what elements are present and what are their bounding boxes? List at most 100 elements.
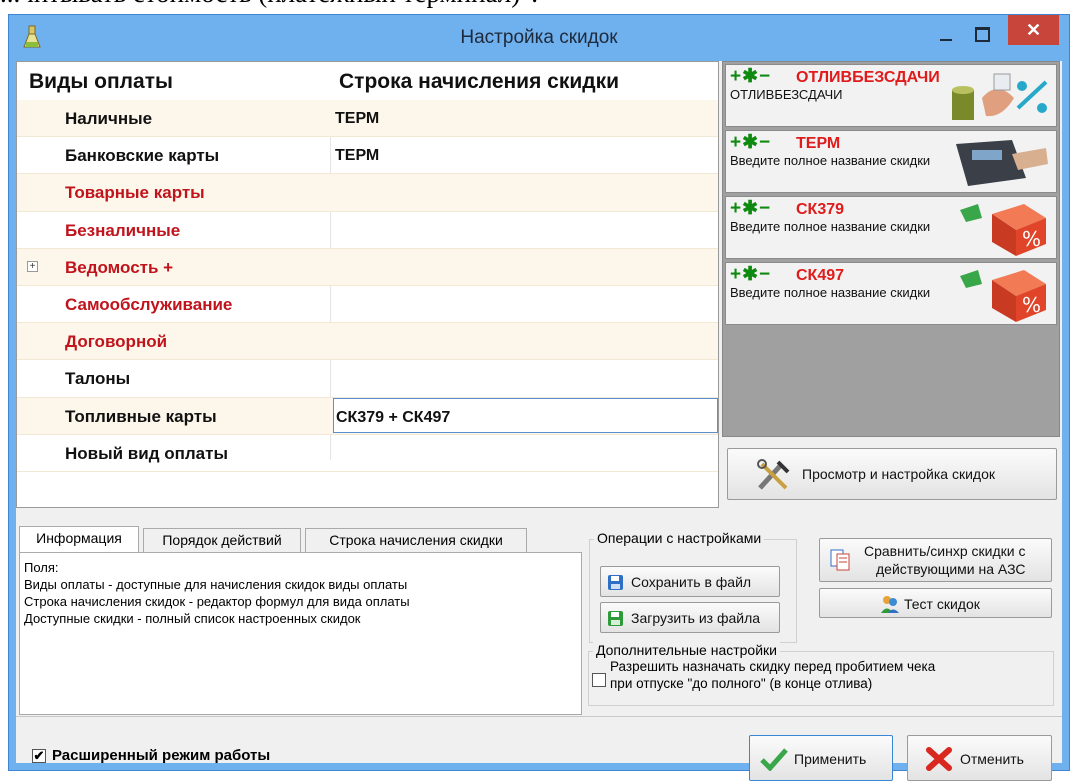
window-title: Настройка скидок bbox=[460, 27, 618, 48]
payment-type-name: Наличные bbox=[65, 109, 153, 128]
discount-code: ТЕРМ bbox=[796, 135, 841, 152]
dialog-window: Настройка скидок ✕ Виды оплаты Строка на… bbox=[8, 14, 1070, 781]
payment-type-name: Банковские карты bbox=[65, 146, 220, 166]
info-line: Доступные скидки - полный список настрое… bbox=[24, 611, 361, 626]
discount-card[interactable]: +✱− СК497 Введите полное название скидки% bbox=[725, 262, 1057, 325]
grid-row[interactable]: Банковские карты ТЕРМ bbox=[17, 137, 718, 175]
maximize-button[interactable] bbox=[969, 23, 995, 45]
view-discounts-button[interactable]: Просмотр и настройка скидок bbox=[727, 448, 1057, 500]
payment-type-name: Топливные карты bbox=[65, 406, 217, 426]
allow-discount-label-2: при отпуске "до полного" (в конце отлива… bbox=[610, 676, 873, 691]
discount-formula-value: СК379 + СК497 bbox=[336, 408, 451, 426]
discount-code: СК379 bbox=[796, 201, 845, 218]
svg-text:%: % bbox=[1022, 293, 1041, 317]
title-bar[interactable]: Настройка скидок ✕ bbox=[9, 15, 1069, 61]
grid-row[interactable]: Самообслуживание bbox=[17, 286, 718, 324]
grid-row[interactable]: Товарные карты bbox=[17, 174, 718, 212]
grid-row[interactable]: Талоны bbox=[17, 360, 718, 398]
load-from-file-button[interactable]: Загрузить из файла bbox=[600, 602, 780, 633]
save-to-file-button[interactable]: Сохранить в файл bbox=[600, 566, 780, 597]
discount-card[interactable]: +✱− ТЕРМ Введите полное название скидки bbox=[725, 130, 1057, 193]
discount-description: Введите полное название скидки bbox=[730, 285, 931, 300]
grid-row[interactable]: + Ведомость + bbox=[17, 248, 718, 286]
info-line: Виды оплаты - доступные для начисления с… bbox=[24, 577, 408, 592]
info-line: Поля: bbox=[24, 560, 59, 575]
discount-formula-cell[interactable] bbox=[333, 360, 718, 395]
info-text-box: Поля: Виды оплаты - доступные для начисле… bbox=[19, 552, 582, 715]
discount-formula-cell[interactable]: ТЕРМ bbox=[333, 137, 718, 172]
tools-icon bbox=[756, 458, 792, 495]
discount-card[interactable]: +✱− ОТЛИВБЕЗСДАЧИ ОТЛИВБЕЗСДАЧИ bbox=[725, 64, 1057, 127]
tab-0[interactable]: Информация bbox=[19, 526, 139, 552]
discount-ops-icons[interactable]: +✱− bbox=[730, 197, 771, 220]
test-discounts-button[interactable]: Тест скидок bbox=[819, 588, 1052, 618]
apply-label: Применить bbox=[794, 751, 867, 767]
payment-type-name: Договорной bbox=[65, 332, 168, 352]
payment-type-name: Товарные карты bbox=[65, 183, 205, 203]
tab-1[interactable]: Порядок действий bbox=[143, 528, 301, 552]
compare-docs-icon bbox=[830, 549, 850, 574]
discount-description: Введите полное название скидки bbox=[730, 219, 931, 234]
test-discounts-label: Тест скидок bbox=[904, 596, 980, 612]
card-terminal-icon bbox=[942, 134, 1052, 190]
grid-row[interactable]: Договорной bbox=[17, 323, 718, 361]
payment-type-name: Ведомость + bbox=[65, 257, 174, 277]
column-header-discount-formula[interactable]: Строка начисления скидки bbox=[339, 70, 619, 94]
discount-code: СК497 bbox=[796, 267, 845, 284]
allow-discount-label-1: Разрешить назначать скидку перед пробити… bbox=[610, 659, 936, 674]
payment-type-name: Безналичные bbox=[65, 220, 181, 240]
apply-button[interactable]: Применить bbox=[749, 735, 893, 781]
discount-formula-cell[interactable]: СК379 + СК497 bbox=[333, 397, 718, 433]
floppy-save-icon bbox=[607, 574, 624, 594]
info-tabs: Информация Порядок действий Строка начисле… bbox=[19, 526, 582, 552]
discount-formula-cell[interactable] bbox=[333, 435, 718, 470]
percent-cube-icon: % bbox=[942, 200, 1052, 256]
additional-settings-label: Дополнительные настройки bbox=[593, 642, 780, 658]
discount-formula-cell[interactable] bbox=[333, 323, 718, 358]
column-header-payment-types[interactable]: Виды оплаты bbox=[29, 70, 173, 94]
payment-type-name: Новый вид оплаты bbox=[65, 443, 228, 463]
compare-sync-label-2: действующими на АЗС bbox=[876, 561, 1026, 577]
tab-2[interactable]: Строка начисления скидки bbox=[305, 528, 527, 552]
expand-toggle-icon[interactable]: + bbox=[27, 260, 38, 272]
grid-header: Виды оплаты Строка начисления скидки bbox=[17, 62, 718, 100]
discount-formula-cell[interactable] bbox=[333, 286, 718, 321]
discount-card[interactable]: +✱− СК379 Введите полное название скидки% bbox=[725, 196, 1057, 259]
discount-formula-value: ТЕРМ bbox=[335, 147, 380, 165]
discount-ops-icons[interactable]: +✱− bbox=[730, 65, 771, 88]
discount-formula-cell[interactable] bbox=[333, 249, 718, 284]
discount-formula-cell[interactable]: ТЕРМ bbox=[333, 100, 718, 135]
available-discounts-list: +✱− ОТЛИВБЕЗСДАЧИ ОТЛИВБЕЗСДАЧИ +✱− ТЕРМ Введ… bbox=[722, 61, 1060, 437]
money-hand-icon bbox=[942, 68, 1052, 124]
compare-sync-button[interactable]: Сравнить/синхр скидки с действующими на … bbox=[819, 538, 1052, 582]
grid-row[interactable]: Топливные карты СК379 + СК497 bbox=[17, 397, 718, 435]
extended-mode-label: Расширенный режим работы bbox=[52, 747, 271, 764]
discount-ops-icons[interactable]: +✱− bbox=[730, 131, 771, 154]
discount-formula-value: ТЕРМ bbox=[335, 110, 380, 127]
operations-group-label: Операции с настройками bbox=[594, 530, 765, 546]
discount-ops-icons[interactable]: +✱− bbox=[730, 263, 771, 286]
grid-row[interactable]: Новый вид оплаты bbox=[17, 435, 718, 472]
cancel-button[interactable]: Отменить bbox=[907, 735, 1052, 781]
document-text: ...читывать стоимость (платежный термина… bbox=[0, 0, 538, 9]
view-discounts-label: Просмотр и настройка скидок bbox=[802, 466, 995, 482]
payment-type-name: Самообслуживание bbox=[65, 294, 233, 314]
discount-formula-cell[interactable] bbox=[333, 174, 718, 209]
dialog-client: Виды оплаты Строка начисления скидки Нал… bbox=[16, 61, 1062, 781]
allow-discount-checkbox[interactable] bbox=[592, 673, 606, 687]
grid-row[interactable]: Наличные ТЕРМ bbox=[17, 100, 718, 138]
footer-separator bbox=[16, 716, 1062, 717]
minimize-button[interactable] bbox=[934, 25, 960, 45]
compare-sync-label-1: Сравнить/синхр скидки с bbox=[864, 543, 1026, 559]
percent-cube-icon: % bbox=[942, 266, 1052, 322]
discount-formula-cell[interactable] bbox=[333, 212, 718, 247]
grid-row[interactable]: Безналичные bbox=[17, 212, 718, 249]
cancel-label: Отменить bbox=[960, 751, 1024, 767]
discount-code: ОТЛИВБЕЗСДАЧИ bbox=[796, 69, 940, 86]
close-button[interactable]: ✕ bbox=[1008, 15, 1059, 45]
floppy-load-icon bbox=[607, 610, 624, 630]
cancel-x-icon bbox=[926, 747, 952, 774]
extended-mode-checkbox[interactable]: ✔ bbox=[32, 749, 46, 763]
payment-types-grid: Виды оплаты Строка начисления скидки Нал… bbox=[16, 61, 719, 508]
users-test-icon bbox=[880, 594, 900, 617]
